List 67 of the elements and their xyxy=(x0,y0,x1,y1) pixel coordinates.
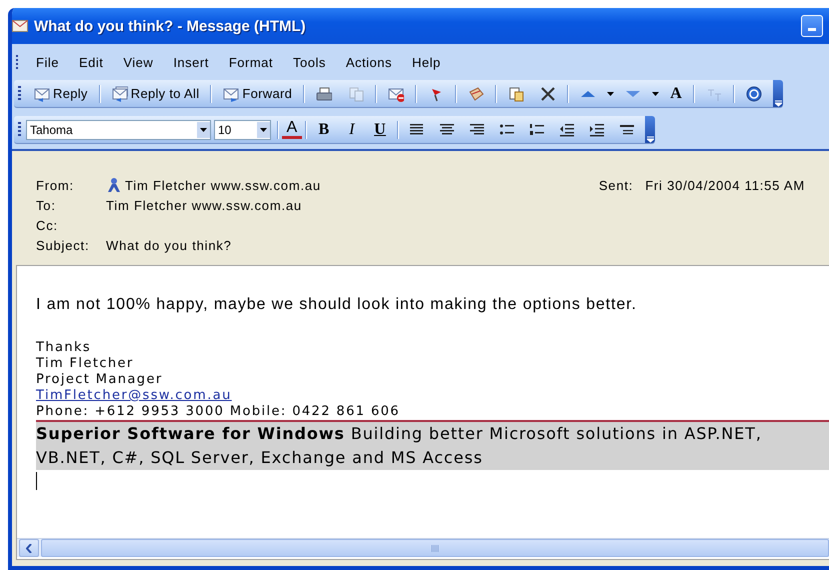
envelope-icon xyxy=(12,20,28,32)
toolbar-button[interactable]: Forward xyxy=(215,82,300,104)
email-link[interactable]: TimFletcher@ssw.com.au xyxy=(36,388,232,404)
grip-icon xyxy=(431,544,439,552)
delete-icon xyxy=(540,86,556,102)
signature-line: Phone: +612 9953 3000 Mobile: 0422 861 606 xyxy=(36,404,400,420)
caret-icon[interactable] xyxy=(652,92,660,96)
signature-line: Tim Fletcher xyxy=(36,356,134,372)
down-arrow-icon xyxy=(625,90,642,98)
align-right-icon xyxy=(469,122,485,138)
minimize-icon xyxy=(808,28,816,31)
from-label: From: xyxy=(36,178,75,192)
signature-line: Thanks xyxy=(36,340,92,356)
chevron-icon xyxy=(646,135,654,143)
menu-item[interactable]: Edit xyxy=(68,52,114,72)
toolbar-options-button[interactable] xyxy=(773,80,784,107)
window-title: What do you think? - Message (HTML) xyxy=(34,18,307,34)
sent-value: Fri 30/04/2004 11:55 AM xyxy=(645,178,805,192)
print-icon xyxy=(316,86,332,102)
person-icon xyxy=(106,177,122,193)
from-value[interactable]: Tim Fletcher www.ssw.com.au xyxy=(125,178,321,192)
envelope-delete-icon xyxy=(388,86,404,102)
grow-font-button[interactable]: A xyxy=(662,82,690,104)
minimize-button[interactable] xyxy=(801,15,823,37)
move-to-folder-icon xyxy=(508,86,524,102)
up-arrow-icon xyxy=(580,90,596,98)
menu-item[interactable]: Tools xyxy=(283,52,336,72)
subject-value: What do you think? xyxy=(106,238,232,252)
underline-button[interactable]: U xyxy=(366,118,394,140)
italic-button[interactable]: I xyxy=(338,118,366,140)
font-color-button[interactable]: A xyxy=(282,120,302,139)
bold-button[interactable]: B xyxy=(310,118,338,140)
cc-label: Cc: xyxy=(36,218,59,232)
reply-icon xyxy=(34,86,50,102)
caret-icon[interactable] xyxy=(260,128,267,132)
signature-banner: Superior Software for Windows Building better Microsoft solutions in ASP.NET, VB.NET, C#, SQL Server, Exchange and MS Access xyxy=(36,420,829,470)
font-size-dropdown[interactable]: 10 xyxy=(214,120,271,140)
menu-item[interactable]: Format xyxy=(218,52,283,72)
message-text: I am not 100% happy, maybe we should look into making the options better. xyxy=(36,296,637,314)
font-dropdown[interactable]: Tahoma xyxy=(26,120,211,140)
reply-all-icon xyxy=(112,86,128,102)
scroll-left-button[interactable] xyxy=(19,539,39,557)
menu-item[interactable]: View xyxy=(113,52,164,72)
decrease-indent-icon xyxy=(559,122,575,138)
caret-icon[interactable] xyxy=(200,128,207,132)
numbered-list-icon xyxy=(529,122,545,138)
increase-indent-icon xyxy=(589,122,605,138)
subject-label: Subject: xyxy=(36,238,90,252)
center-icon xyxy=(439,122,455,138)
sent-label: Sent: xyxy=(598,178,634,192)
chevron-icon xyxy=(774,99,782,107)
menu-item[interactable]: Insert xyxy=(163,52,219,72)
caret-icon[interactable] xyxy=(607,92,614,96)
forward-icon xyxy=(223,86,240,102)
toolbar-options-button[interactable] xyxy=(645,116,655,143)
menu-item[interactable]: Actions xyxy=(336,52,402,72)
menu-item[interactable]: File xyxy=(26,52,69,72)
menu-item[interactable]: Help xyxy=(402,52,451,72)
bullet-list-icon xyxy=(499,122,515,138)
to-label: To: xyxy=(36,198,57,212)
text-cursor xyxy=(36,472,37,490)
toolbar-button[interactable]: Reply to All xyxy=(104,82,208,104)
to-value[interactable]: Tim Fletcher www.ssw.com.au xyxy=(106,198,302,212)
signature-line: Project Manager xyxy=(36,372,163,388)
align-left-icon xyxy=(409,122,425,138)
toolbar-button[interactable]: Reply xyxy=(26,82,96,104)
copy-icon xyxy=(348,86,364,102)
